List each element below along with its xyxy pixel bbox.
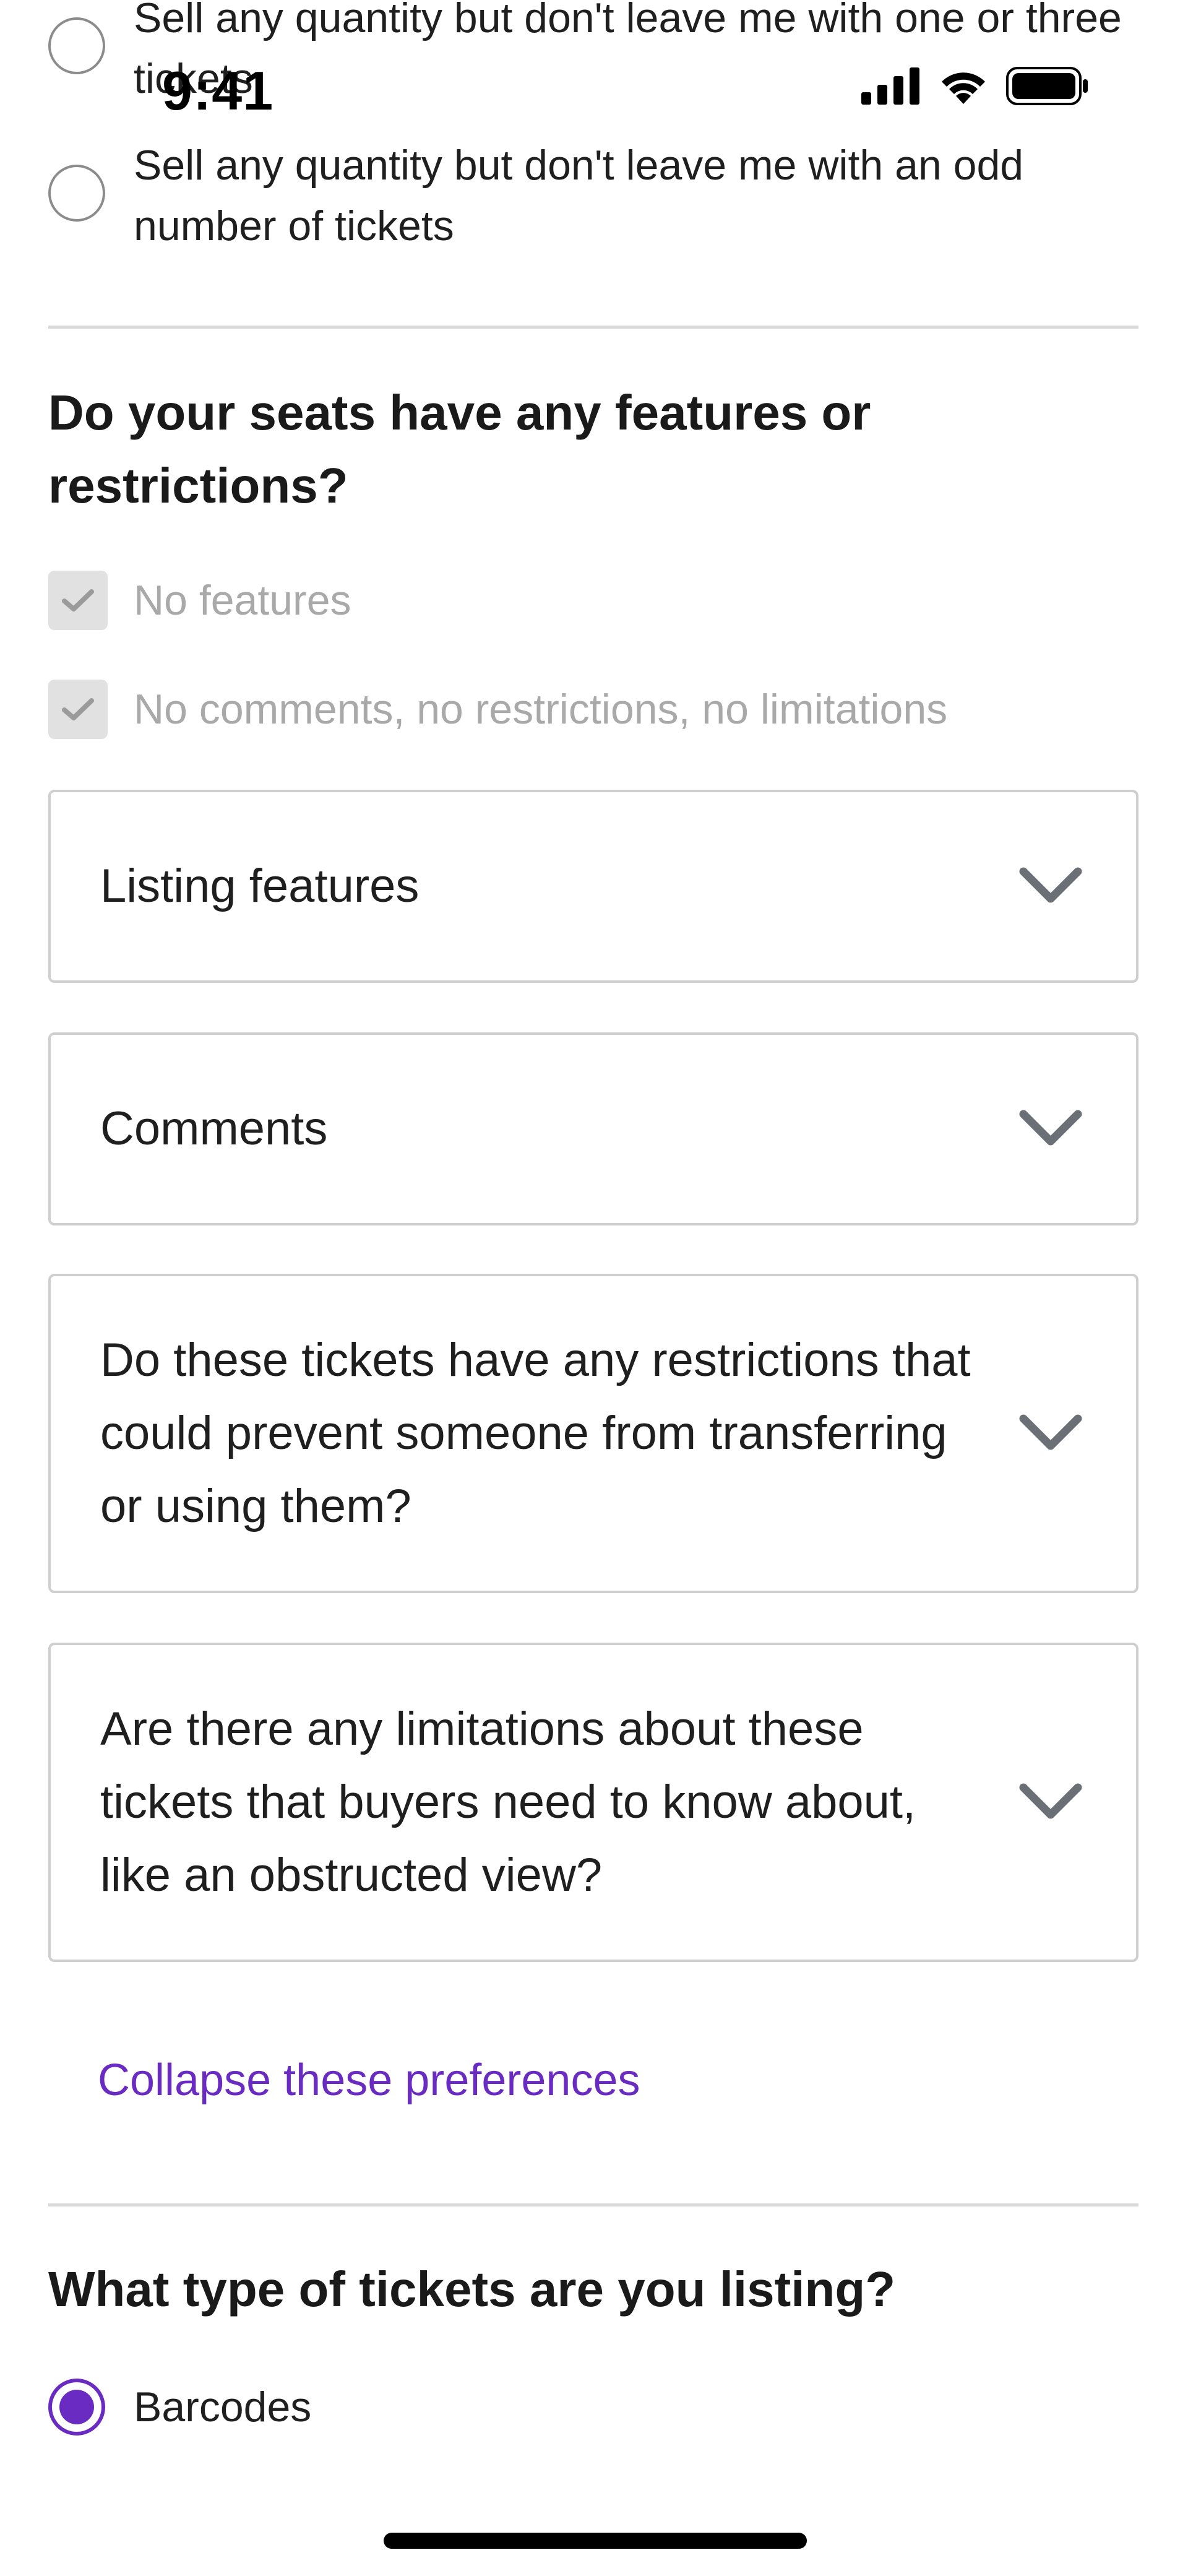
- collapse-preferences-link[interactable]: Collapse these preferences: [98, 2055, 640, 2106]
- chevron-down-icon: [1019, 1414, 1082, 1450]
- checkmark-icon: [62, 698, 94, 720]
- features-heading: Do your seats have any features or restr…: [48, 385, 871, 513]
- accordion-label: Are there any limitations about these ti…: [100, 1703, 916, 1901]
- checkbox: [48, 571, 108, 630]
- radio-button-selected[interactable]: [48, 2379, 105, 2436]
- checkmark-icon: [62, 589, 94, 612]
- checkbox-label: No features: [134, 577, 351, 624]
- accordion-label: Do these tickets have any restrictions t…: [100, 1334, 971, 1532]
- quantity-option-odd-number[interactable]: Sell any quantity but don't leave me wit…: [48, 135, 1137, 256]
- home-indicator: [384, 2533, 807, 2549]
- radio-button[interactable]: [48, 165, 105, 222]
- ticket-type-option-barcodes[interactable]: Barcodes: [48, 2377, 1137, 2437]
- no-features-checkbox-row: No features: [48, 571, 351, 630]
- chevron-down-icon: [1019, 867, 1082, 903]
- no-comments-checkbox-row: No comments, no restrictions, no limitat…: [48, 680, 947, 739]
- accordion-listing-features[interactable]: Listing features: [48, 790, 1138, 983]
- quantity-option-label: Sell any quantity but don't leave me wit…: [134, 0, 1122, 102]
- chevron-down-icon: [1019, 1110, 1082, 1146]
- checkbox-label: No comments, no restrictions, no limitat…: [134, 686, 948, 733]
- ticket-type-heading: What type of tickets are you listing?: [48, 2262, 896, 2317]
- accordion-restrictions[interactable]: Do these tickets have any restrictions t…: [48, 1274, 1138, 1593]
- quantity-option-label: Sell any quantity but don't leave me wit…: [134, 142, 1024, 249]
- accordion-limitations[interactable]: Are there any limitations about these ti…: [48, 1643, 1138, 1962]
- accordion-label: Comments: [100, 1102, 328, 1155]
- accordion-comments[interactable]: Comments: [48, 1032, 1138, 1225]
- radio-button[interactable]: [48, 17, 105, 74]
- section-divider: [48, 2203, 1138, 2206]
- chevron-down-icon: [1019, 1783, 1082, 1819]
- ticket-type-label: Barcodes: [134, 2384, 312, 2431]
- section-divider: [48, 326, 1138, 329]
- quantity-option-one-or-three[interactable]: Sell any quantity but don't leave me wit…: [48, 0, 1137, 109]
- checkbox: [48, 680, 108, 739]
- accordion-label: Listing features: [100, 860, 420, 912]
